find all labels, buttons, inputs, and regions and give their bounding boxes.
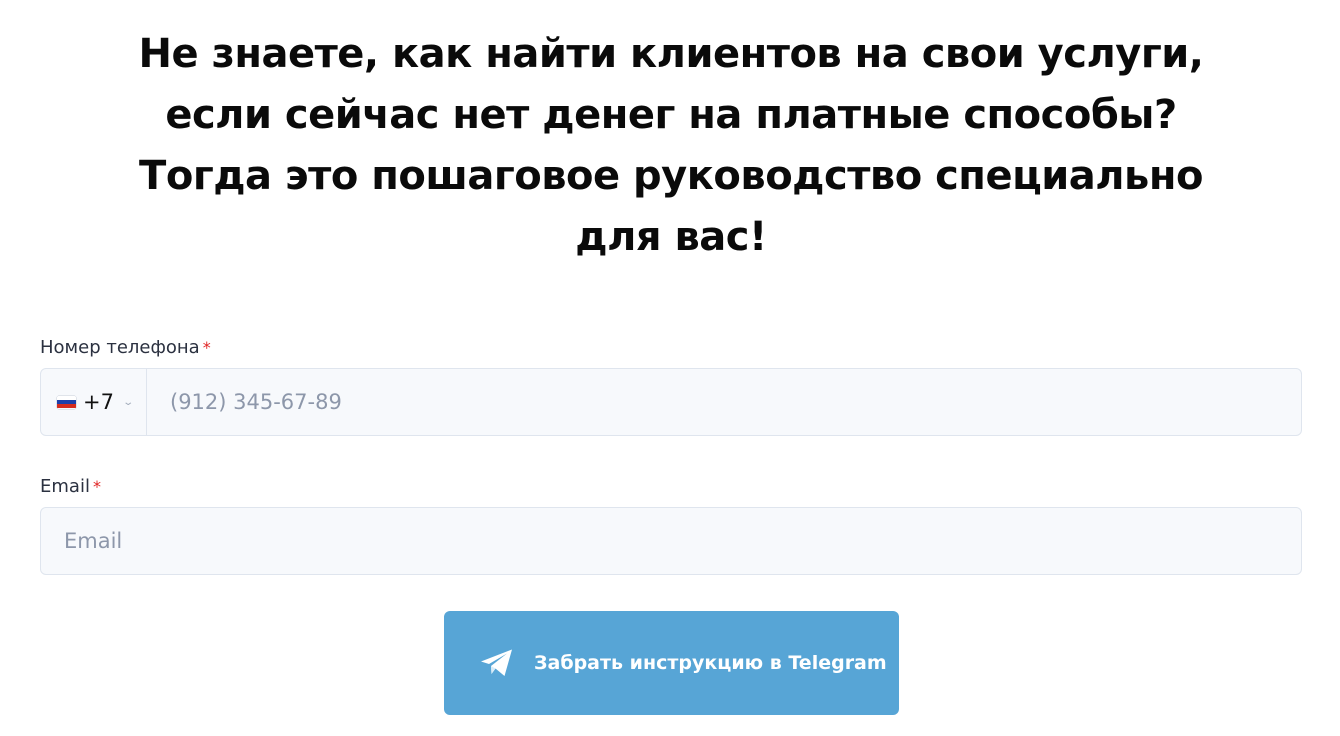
email-field [40, 507, 1302, 575]
russia-flag-icon [57, 395, 76, 409]
get-instructions-telegram-button[interactable]: Забрать инструкцию в Telegram [444, 611, 899, 715]
email-label: Email * [40, 476, 101, 498]
headline-line-2: если сейчас нет денег на платные способы… [165, 92, 1177, 138]
email-required-mark: * [92, 477, 101, 496]
email-label-text: Email [40, 476, 90, 497]
phone-required-mark: * [202, 338, 211, 357]
headline-line-3: Тогда это пошаговое руководство специаль… [139, 153, 1203, 199]
country-code-select[interactable]: +7 ⌄ [41, 369, 147, 435]
telegram-plane-icon [481, 649, 512, 676]
chevron-down-icon: ⌄ [122, 396, 135, 408]
headline-line-1: Не знаете, как найти клиентов на свои ус… [138, 31, 1204, 77]
submit-button-label: Забрать инструкцию в Telegram [534, 652, 887, 674]
phone-field: +7 ⌄ [40, 368, 1302, 436]
email-input[interactable] [41, 508, 1301, 574]
phone-label-text: Номер телефона [40, 337, 200, 358]
page-headline: Не знаете, как найти клиентов на свои ус… [40, 24, 1302, 268]
headline-line-4: для вас! [575, 214, 767, 260]
phone-input[interactable] [147, 369, 1301, 435]
dial-code: +7 [83, 390, 114, 414]
phone-label: Номер телефона * [40, 337, 211, 359]
